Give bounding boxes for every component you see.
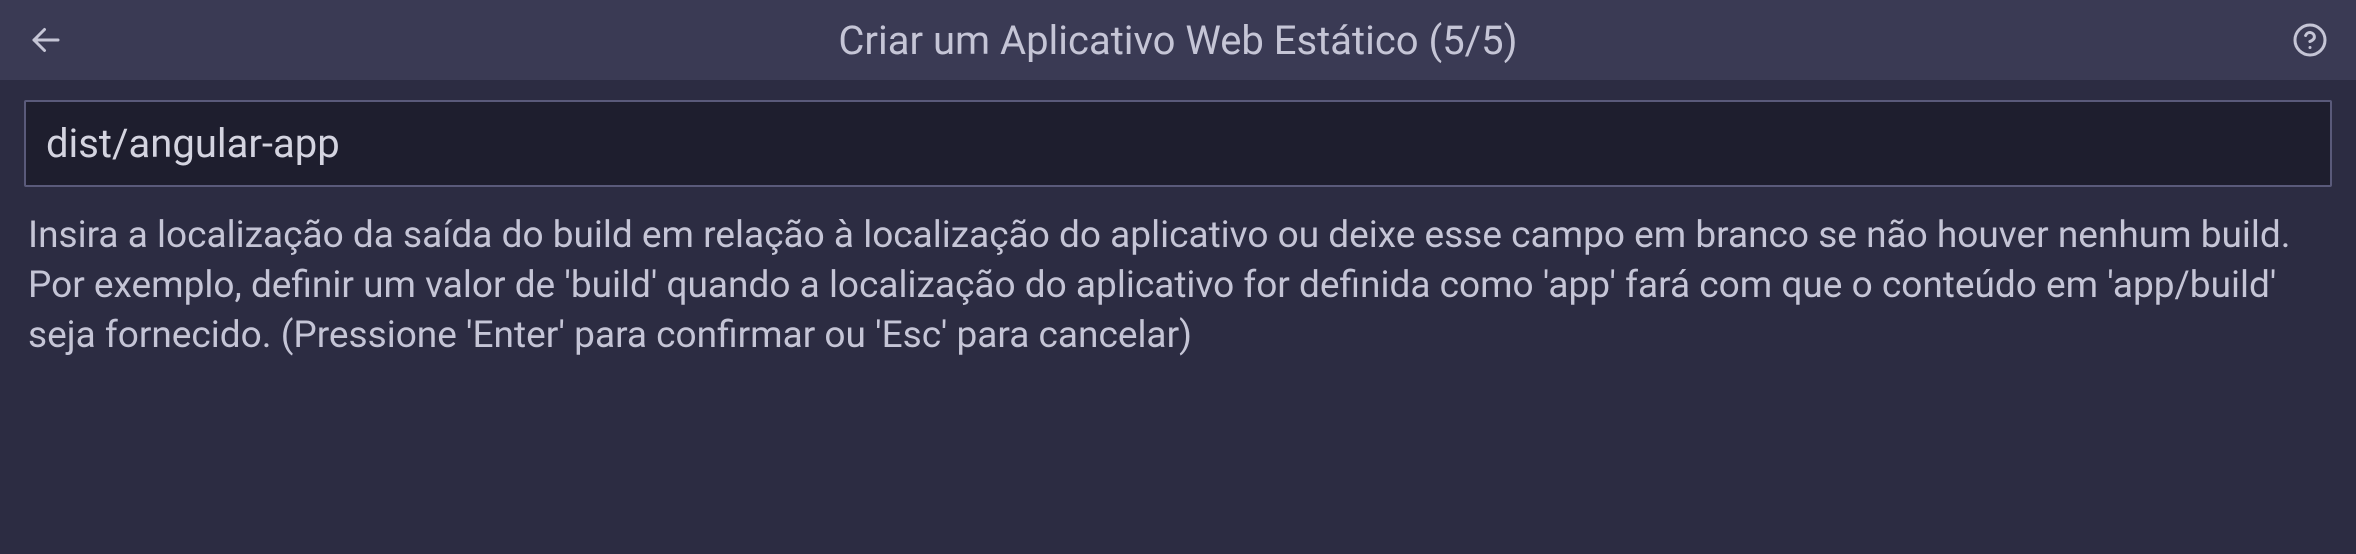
dialog-header: Criar um Aplicativo Web Estático (5/5) <box>0 0 2356 80</box>
back-button[interactable] <box>24 18 68 62</box>
build-output-location-input[interactable] <box>24 100 2332 187</box>
arrow-left-icon <box>28 22 64 58</box>
dialog-content: Insira a localização da saída do build e… <box>0 80 2356 381</box>
help-button[interactable] <box>2288 18 2332 62</box>
help-circle-icon <box>2292 22 2328 58</box>
input-help-text: Insira a localização da saída do build e… <box>24 211 2332 361</box>
dialog-title: Criar um Aplicativo Web Estático (5/5) <box>68 17 2288 64</box>
